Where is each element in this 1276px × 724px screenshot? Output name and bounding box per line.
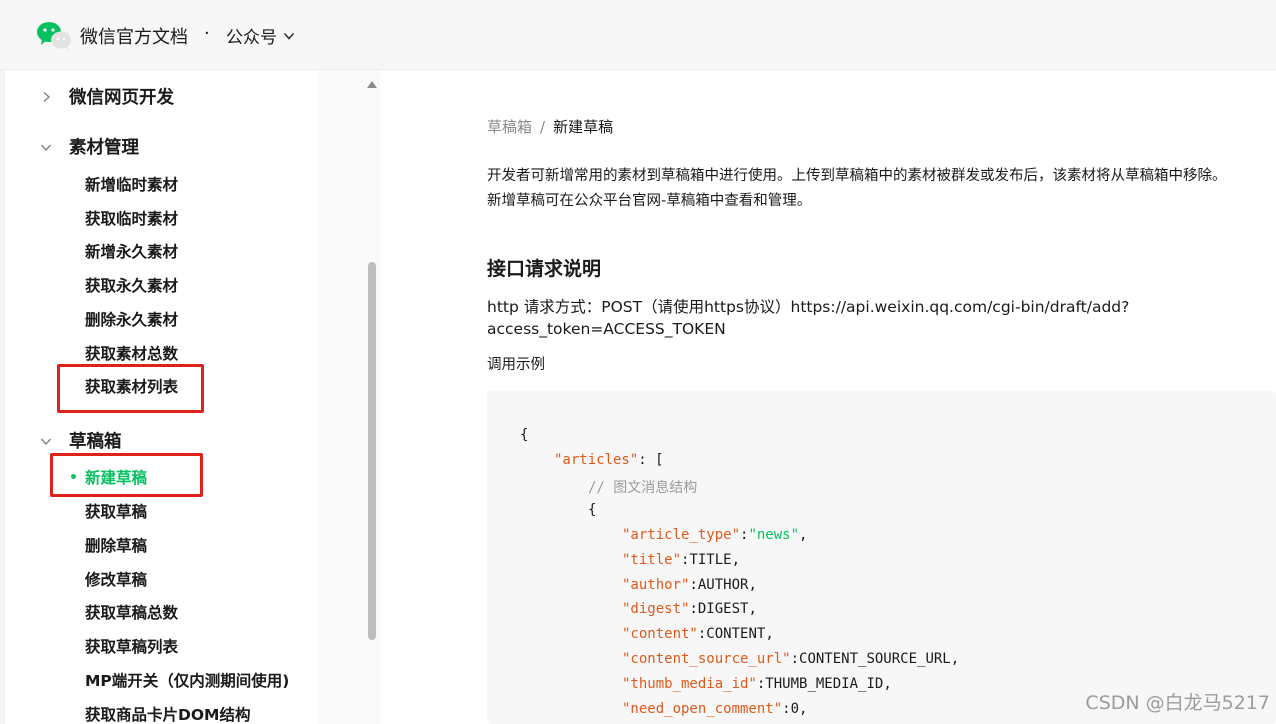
breadcrumb-current: 新建草稿	[553, 118, 614, 136]
code-value: 0	[790, 700, 800, 717]
watermark: CSDN @白龙马5217	[1085, 692, 1270, 714]
code-value: AUTHOR	[697, 576, 749, 593]
sidebar-item-draft-count[interactable]: 获取草稿总数	[85, 601, 178, 623]
intro-paragraph-line: 新增草稿可在公众平台官网-草稿箱中查看和管理。	[487, 193, 812, 209]
code-value: CONTENT_SOURCE_URL	[799, 651, 951, 667]
code-key: "articles"	[554, 452, 639, 468]
top-bar: 微信官方文档 · 公众号	[0, 0, 1276, 70]
code-key: "content"	[622, 626, 698, 643]
code-value: CONTENT	[706, 626, 766, 643]
code-key: "thumb_media_id"	[622, 675, 757, 692]
code-value: TITLE	[689, 551, 732, 568]
sidebar-item-get-permanent-material[interactable]: 获取永久素材	[85, 274, 178, 296]
sidebar-group-web-dev[interactable]: 微信网页开发	[36, 84, 174, 109]
breadcrumb: 草稿箱 / 新建草稿	[487, 116, 613, 137]
breadcrumb-separator: /	[540, 118, 546, 136]
sidebar-item-material-count[interactable]: 获取素材总数	[85, 342, 178, 364]
code-key: "article_type"	[622, 527, 741, 543]
code-field-line: "article_type":"news",	[622, 527, 808, 543]
code-key: "title"	[622, 551, 682, 568]
sidebar-item-draft-list[interactable]: 获取草稿列表	[85, 635, 178, 657]
chevron-down-icon	[283, 32, 295, 40]
chevron-right-icon	[36, 87, 56, 107]
code-value: "news"	[748, 527, 800, 543]
sidebar-item-delete-permanent-material[interactable]: 删除永久素材	[85, 308, 178, 330]
http-method-line: http 请求方式：POST（请使用https协议）https://api.we…	[487, 298, 1130, 316]
sidebar-item-new-draft[interactable]: 新建草稿	[85, 466, 147, 488]
sidebar-scrollbar-thumb[interactable]	[368, 262, 376, 640]
sidebar-item-delete-draft[interactable]: 删除草稿	[85, 534, 147, 556]
sidebar-group-label: 微信网页开发	[69, 88, 174, 108]
code-field-line: "content":CONTENT,	[622, 626, 774, 643]
active-item-dot	[71, 474, 76, 479]
sidebar-item-get-temp-material[interactable]: 获取临时素材	[85, 207, 178, 229]
code-comment: // 图文消息结构	[588, 480, 698, 496]
section-selector[interactable]: 公众号	[226, 23, 295, 48]
scroll-up-arrow-icon[interactable]	[366, 80, 378, 90]
code-field-line: "title":TITLE,	[622, 551, 741, 568]
code-line: {	[520, 427, 529, 443]
sidebar-edge	[0, 70, 5, 724]
title-separator: ·	[204, 23, 210, 44]
code-key: "need_open_comment"	[622, 700, 783, 717]
chevron-down-icon	[36, 431, 56, 451]
sidebar-item-update-draft[interactable]: 修改草稿	[85, 568, 147, 590]
sidebar-group-draft[interactable]: 草稿箱	[36, 428, 122, 453]
example-label: 调用示例	[487, 357, 545, 373]
code-value: THUMB_MEDIA_ID	[765, 675, 884, 692]
code-key: "author"	[622, 576, 690, 593]
code-line: "articles": [	[554, 452, 664, 468]
code-block[interactable]: { "articles": [ // 图文消息结构 { "article_typ…	[487, 391, 1276, 724]
sidebar-item-get-draft[interactable]: 获取草稿	[85, 500, 147, 522]
section-selector-label: 公众号	[226, 28, 277, 48]
code-key: "content_source_url"	[622, 651, 791, 667]
code-value: DIGEST	[697, 601, 749, 618]
http-url-line: access_token=ACCESS_TOKEN	[487, 320, 726, 338]
sidebar-group-label: 素材管理	[69, 138, 139, 158]
code-field-line: "thumb_media_id":THUMB_MEDIA_ID,	[622, 675, 892, 692]
sidebar-item-add-temp-material[interactable]: 新增临时素材	[85, 173, 178, 195]
intro-paragraph-line: 开发者可新增常用的素材到草稿箱中进行使用。上传到草稿箱中的素材被群发或发布后，该…	[487, 168, 1227, 184]
breadcrumb-parent[interactable]: 草稿箱	[487, 118, 532, 136]
code-field-line: "author":AUTHOR,	[622, 576, 757, 593]
code-field-line: "digest":DIGEST,	[622, 601, 757, 618]
site-title[interactable]: 微信官方文档	[80, 23, 188, 49]
wechat-logo-icon[interactable]	[36, 20, 72, 50]
code-key: "digest"	[622, 601, 690, 618]
section-heading: 接口请求说明	[487, 258, 602, 280]
sidebar-item-product-card-dom[interactable]: 获取商品卡片DOM结构	[85, 703, 250, 724]
chevron-down-icon	[36, 137, 56, 157]
sidebar-group-label: 草稿箱	[69, 432, 122, 452]
code-field-line: "need_open_comment":0,	[622, 700, 808, 717]
sidebar-item-add-permanent-material[interactable]: 新增永久素材	[85, 240, 178, 262]
sidebar-group-material[interactable]: 素材管理	[36, 134, 139, 159]
code-field-line: "content_source_url":CONTENT_SOURCE_URL,	[622, 651, 960, 667]
sidebar-item-material-list[interactable]: 获取素材列表	[85, 375, 178, 397]
code-line: {	[588, 502, 597, 518]
sidebar-item-mp-switch[interactable]: MP端开关（仅内测期间使用)	[85, 669, 289, 691]
